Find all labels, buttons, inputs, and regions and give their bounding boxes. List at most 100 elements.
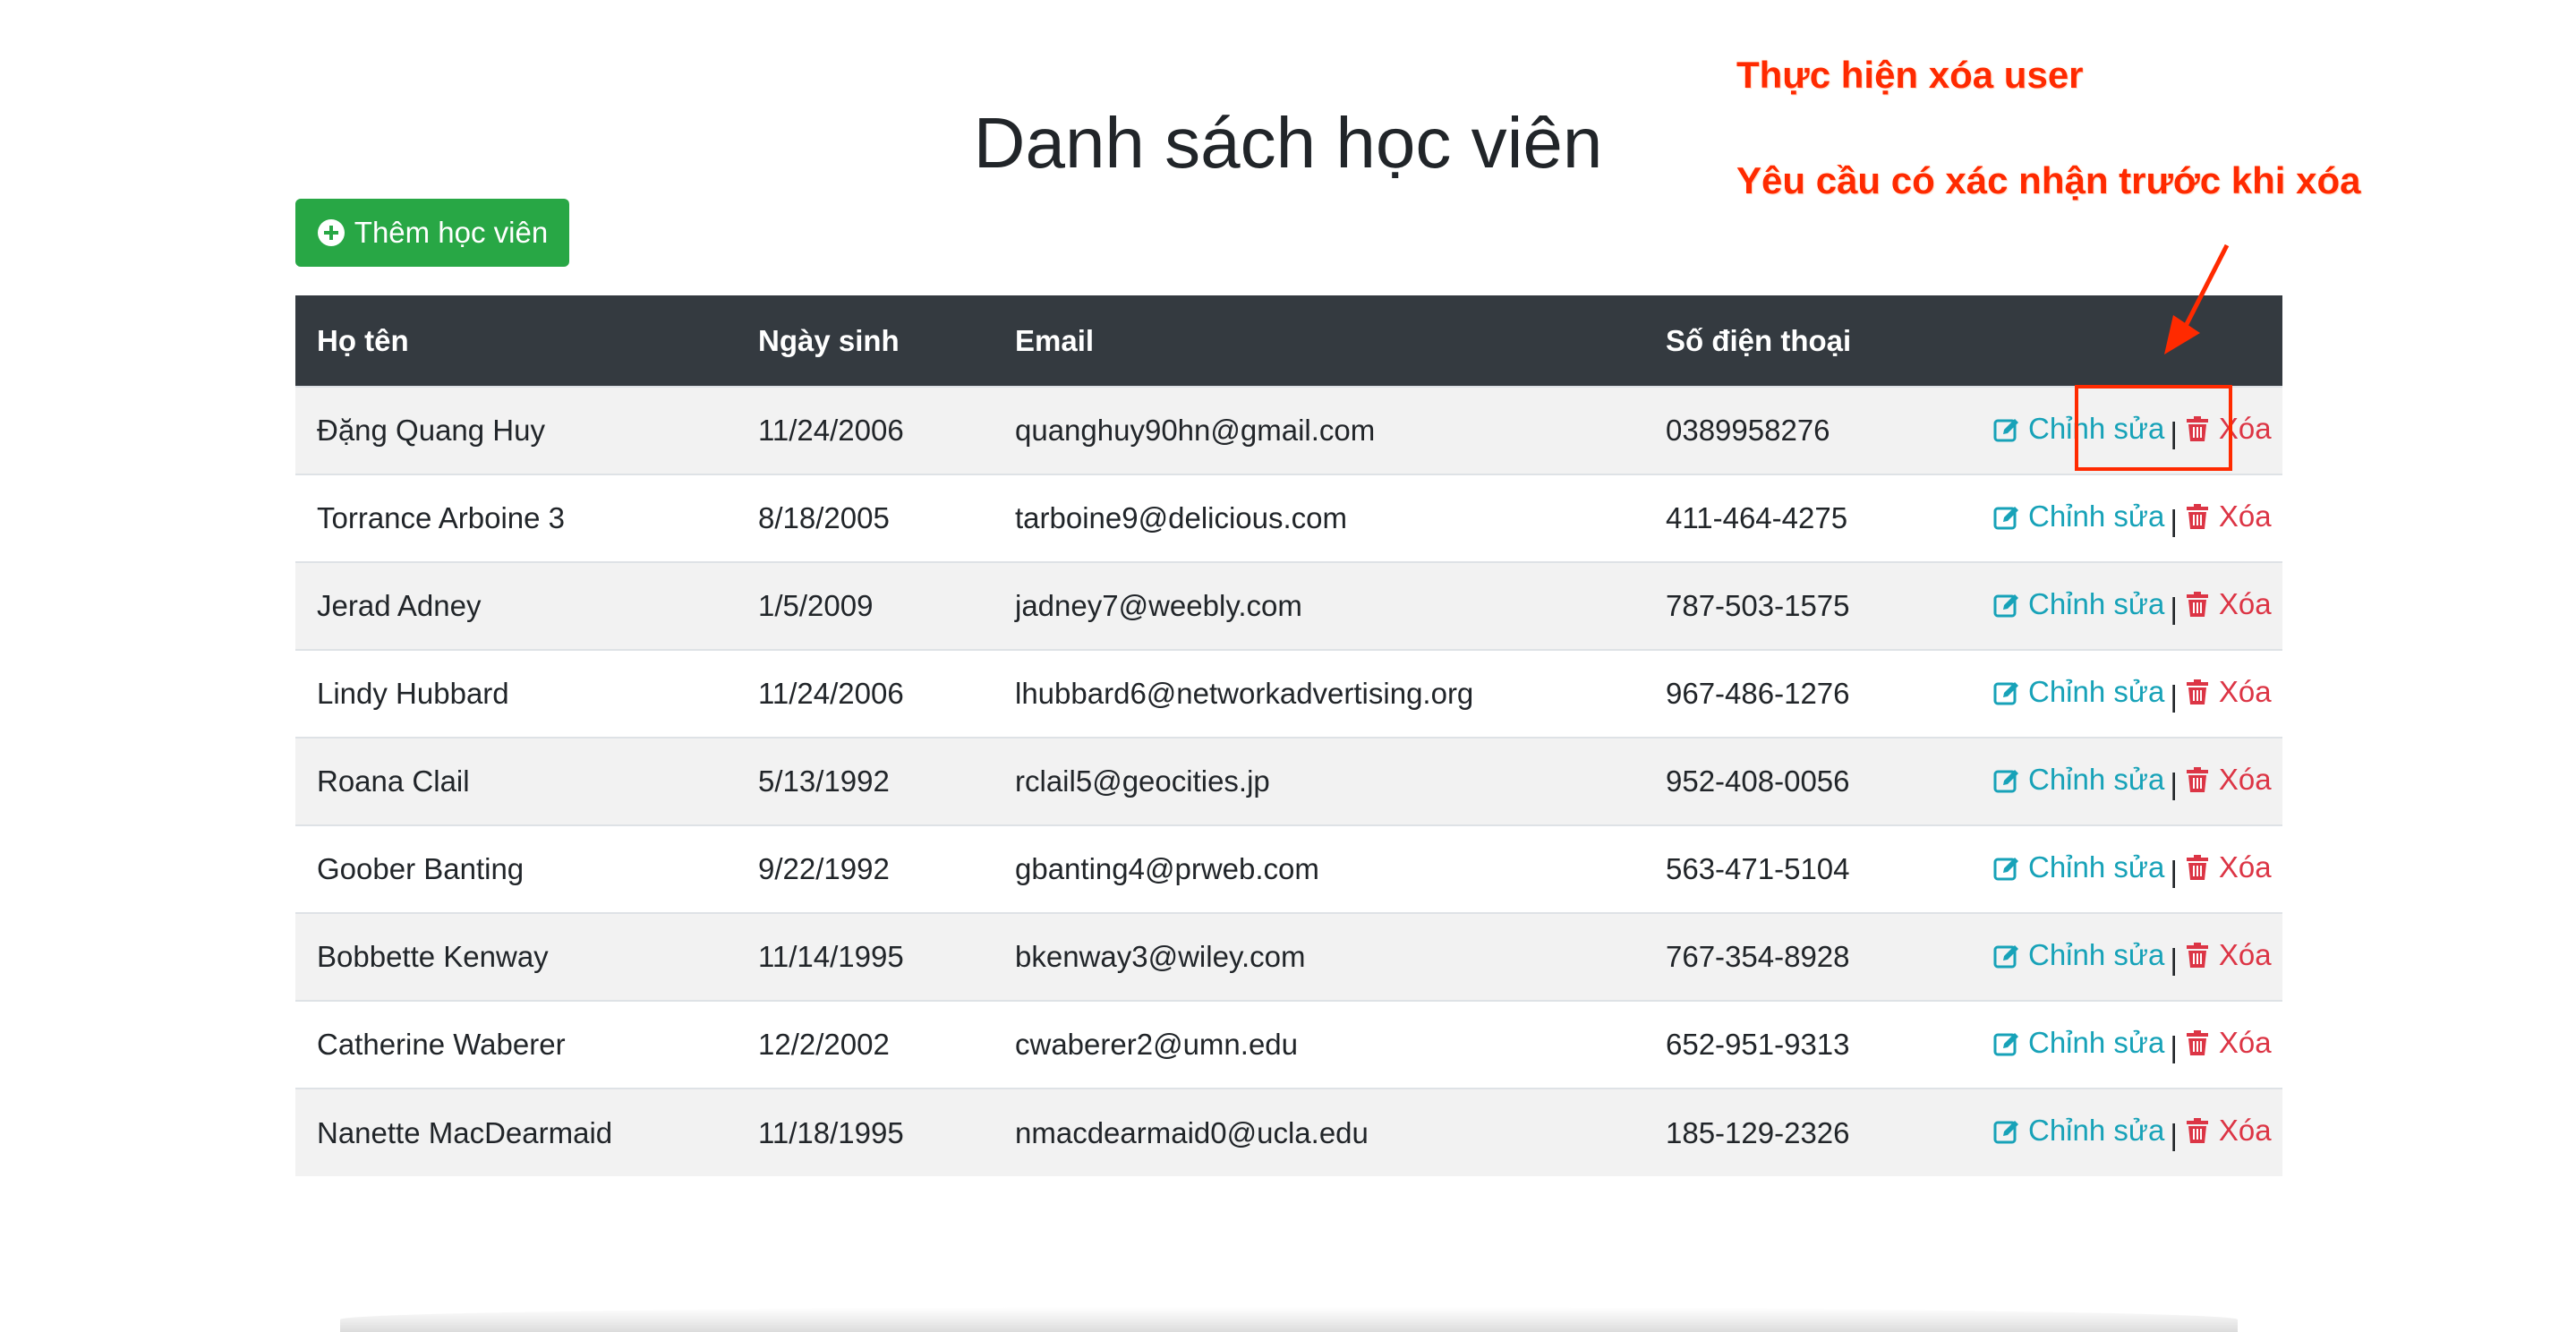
- cell-phone: 563-471-5104: [1666, 852, 1850, 885]
- trash-icon: [2186, 854, 2208, 880]
- delete-link[interactable]: Xóa: [2183, 587, 2272, 621]
- delete-label: Xóa: [2218, 674, 2272, 708]
- edit-label: Chỉnh sửa: [2028, 674, 2165, 708]
- edit-label: Chỉnh sửa: [2028, 499, 2165, 533]
- edit-link[interactable]: Chỉnh sửa: [1992, 587, 2164, 621]
- edit-link[interactable]: Chỉnh sửa: [1992, 500, 2164, 534]
- cell-dob: 12/2/2002: [758, 1028, 890, 1061]
- cell-email: jadney7@weebly.com: [1015, 589, 1302, 622]
- action-separator: |: [2170, 942, 2178, 976]
- delete-label: Xóa: [2218, 586, 2272, 620]
- cell-name: Torrance Arboine 3: [317, 501, 566, 534]
- cell-actions: Chỉnh sửa | Xóa: [1971, 1089, 2282, 1176]
- delete-link[interactable]: Xóa: [2183, 938, 2272, 972]
- edit-icon: [1993, 681, 2018, 704]
- cell-dob: 11/14/1995: [758, 940, 904, 973]
- add-student-button[interactable]: Thêm học viên: [295, 199, 569, 267]
- cell-actions: Chỉnh sửa | Xóa: [1971, 562, 2282, 650]
- table-body: Đặng Quang Huy 11/24/2006 quanghuy90hn@gma…: [295, 387, 2282, 1176]
- trash-icon: [2186, 591, 2208, 617]
- cell-actions: Chỉnh sửa | Xóa: [1971, 913, 2282, 1001]
- table-row: Roana Clail 5/13/1992 rclail5@geocities.jp…: [295, 738, 2282, 825]
- edit-label: Chỉnh sửa: [2028, 1025, 2165, 1059]
- table-row: Bobbette Kenway 11/14/1995 bkenway3@wiley.…: [295, 913, 2282, 1001]
- action-separator: |: [2170, 679, 2178, 713]
- cell-actions: Chỉnh sửa | Xóa: [1971, 650, 2282, 738]
- delete-label: Xóa: [2218, 1025, 2272, 1059]
- cell-name: Nanette MacDearmaid: [317, 1115, 613, 1149]
- cell-name: Bobbette Kenway: [317, 940, 549, 973]
- edit-link[interactable]: Chỉnh sửa: [1992, 1026, 2164, 1060]
- trash-icon: [2186, 766, 2208, 792]
- cell-dob: 11/24/2006: [758, 414, 904, 447]
- edit-label: Chỉnh sửa: [2028, 586, 2165, 620]
- cell-name: Roana Clail: [317, 764, 470, 798]
- header-name: Họ tên: [317, 323, 409, 357]
- delete-link[interactable]: Xóa: [2183, 1114, 2272, 1148]
- delete-label: Xóa: [2218, 499, 2272, 533]
- action-separator: |: [2170, 591, 2178, 625]
- edit-link[interactable]: Chỉnh sửa: [1992, 850, 2164, 884]
- trash-icon: [2186, 1118, 2208, 1143]
- cell-name: Jerad Adney: [317, 589, 482, 622]
- edit-icon: [1993, 1032, 2018, 1055]
- edit-label: Chỉnh sửa: [2028, 762, 2165, 796]
- cell-phone: 652-951-9313: [1666, 1028, 1850, 1061]
- cell-email: gbanting4@prweb.com: [1015, 852, 1319, 885]
- table-row: Torrance Arboine 3 8/18/2005 tarboine9@del…: [295, 474, 2282, 562]
- cell-email: nmacdearmaid0@ucla.edu: [1015, 1115, 1369, 1149]
- delete-link[interactable]: Xóa: [2183, 1026, 2272, 1060]
- cell-phone: 767-354-8928: [1666, 940, 1850, 973]
- students-table-container: Họ tên Ngày sinh Email Số điện thoại Đặn…: [295, 295, 2282, 1176]
- annotation-delete-user: Thực hiện xóa user: [1736, 54, 2084, 96]
- cell-email: tarboine9@delicious.com: [1015, 501, 1348, 534]
- cell-phone: 411-464-4275: [1666, 501, 1848, 534]
- cell-actions: Chỉnh sửa | Xóa: [1971, 738, 2282, 825]
- edit-link[interactable]: Chỉnh sửa: [1992, 763, 2164, 797]
- cell-name: Lindy Hubbard: [317, 677, 509, 710]
- annotation-arrow: [2164, 243, 2230, 354]
- header-email: Email: [1015, 323, 1095, 357]
- table-row: Catherine Waberer 12/2/2002 cwaberer2@umn.…: [295, 1001, 2282, 1089]
- delete-link[interactable]: Xóa: [2183, 675, 2272, 709]
- delete-label: Xóa: [2218, 762, 2272, 796]
- table-row: Đặng Quang Huy 11/24/2006 quanghuy90hn@gma…: [295, 387, 2282, 474]
- cell-name: Catherine Waberer: [317, 1028, 566, 1061]
- edit-icon: [1993, 506, 2018, 529]
- cell-phone: 185-129-2326: [1666, 1115, 1850, 1149]
- edit-icon: [1993, 769, 2018, 792]
- delete-link[interactable]: Xóa: [2183, 500, 2272, 534]
- delete-link[interactable]: Xóa: [2183, 763, 2272, 797]
- plus-circle-icon: [317, 219, 345, 246]
- students-table: Họ tên Ngày sinh Email Số điện thoại Đặn…: [295, 295, 2282, 1176]
- edit-label: Chỉnh sửa: [2028, 850, 2165, 884]
- trash-icon: [2186, 942, 2208, 968]
- table-header-row: Họ tên Ngày sinh Email Số điện thoại: [295, 295, 2282, 387]
- delete-label: Xóa: [2218, 937, 2272, 971]
- edit-link[interactable]: Chỉnh sửa: [1992, 1114, 2164, 1148]
- cell-actions: Chỉnh sửa | Xóa: [1971, 1001, 2282, 1089]
- annotation-confirm-required: Yêu cầu có xác nhận trước khi xóa: [1736, 159, 2361, 201]
- delete-label: Xóa: [2218, 1114, 2272, 1147]
- action-separator: |: [2170, 503, 2178, 537]
- cell-dob: 8/18/2005: [758, 501, 890, 534]
- cell-phone: 787-503-1575: [1666, 589, 1850, 622]
- action-separator: |: [2170, 1118, 2178, 1151]
- edit-link[interactable]: Chỉnh sửa: [1992, 675, 2164, 709]
- cell-dob: 9/22/1992: [758, 852, 890, 885]
- action-separator: |: [2170, 1029, 2178, 1063]
- trash-icon: [2186, 503, 2208, 529]
- delete-label: Xóa: [2218, 850, 2272, 884]
- cell-email: quanghuy90hn@gmail.com: [1015, 414, 1376, 447]
- action-separator: |: [2170, 854, 2178, 888]
- edit-icon: [1993, 593, 2018, 617]
- cell-actions: Chỉnh sửa | Xóa: [1971, 474, 2282, 562]
- cell-email: rclail5@geocities.jp: [1015, 764, 1270, 798]
- cell-dob: 11/24/2006: [758, 677, 904, 710]
- cell-name: Goober Banting: [317, 852, 525, 885]
- delete-highlight-box: [2075, 385, 2232, 471]
- bottom-shadow: [340, 1307, 2238, 1332]
- action-separator: |: [2170, 766, 2178, 800]
- delete-link[interactable]: Xóa: [2183, 850, 2272, 884]
- edit-link[interactable]: Chỉnh sửa: [1992, 938, 2164, 972]
